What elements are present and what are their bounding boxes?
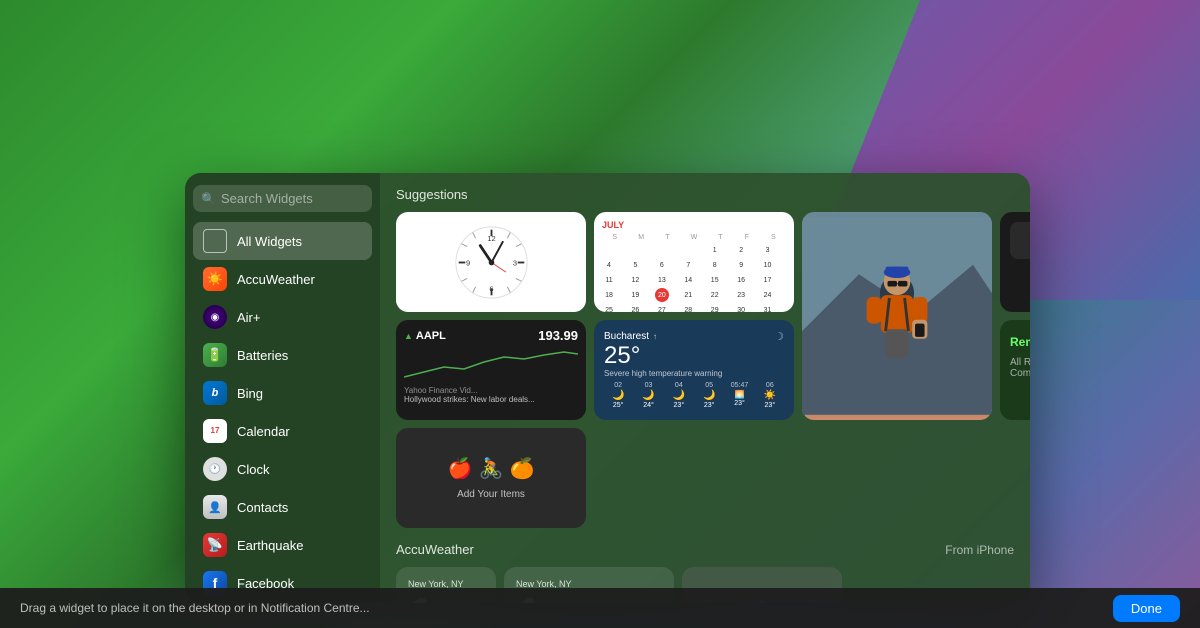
person-illustration <box>802 212 992 420</box>
done-button[interactable]: Done <box>1113 595 1180 622</box>
sidebar-label-all-widgets: All Widgets <box>237 234 302 249</box>
calendar-month: JULY <box>602 220 624 230</box>
sidebar-label-calendar: Calendar <box>237 424 290 439</box>
accuweather-icon: ☀️ <box>203 267 227 291</box>
sidebar-label-earthquake: Earthquake <box>237 538 304 553</box>
suggestions-title: Suggestions <box>396 187 468 202</box>
photo-widget[interactable] <box>802 212 992 420</box>
stock-header: ▲ AAPL 193.99 <box>404 328 578 343</box>
reminders-subtitle: All Reminders <box>1010 357 1030 368</box>
accuweather-section-header: AccuWeather From iPhone <box>396 542 1014 557</box>
watch-bluetooth-ring: ⌖ <box>1010 222 1030 259</box>
calendar-days-header: S M T W T F S <box>602 234 786 241</box>
search-container[interactable]: 🔍 <box>193 185 372 212</box>
stock-ticker-label: AAPL <box>416 330 446 342</box>
sidebar-item-all-widgets[interactable]: All Widgets <box>193 222 372 260</box>
bottom-hint: Drag a widget to place it on the desktop… <box>20 601 370 615</box>
sidebar-item-earthquake[interactable]: 📡 Earthquake <box>193 526 372 564</box>
watch-item-3 <box>1010 265 1030 302</box>
main-content: Suggestions <box>380 173 1030 603</box>
forecast-4: 05:47 🌅 23° <box>725 382 753 409</box>
earthquake-icon: 📡 <box>203 533 227 557</box>
calendar-grid: 1 2 3 4 5 6 7 8 9 10 11 12 13 14 15 16 1 <box>602 243 786 312</box>
calendar-today: 20 <box>655 288 669 302</box>
accuweather-section-title: AccuWeather <box>396 542 474 557</box>
suggestions-section-header: Suggestions <box>396 187 1014 202</box>
clock-icon: 🕐 <box>203 457 227 481</box>
photo-placeholder <box>802 212 992 420</box>
forecast-1: 03 🌙 24° <box>634 382 662 409</box>
weather-forecast: 02 🌙 25° 03 🌙 24° 04 🌙 23° <box>604 382 784 409</box>
stock-news-source: Yahoo Finance Vid... <box>404 386 578 395</box>
forecast-5: 06 ☀️ 23° <box>756 382 784 409</box>
reminders-header: Reminders 0 <box>1010 330 1030 353</box>
svg-text:3: 3 <box>512 258 516 267</box>
calendar-icon: 17 <box>203 419 227 443</box>
fruit-icons: 🍎 🚴 🍊 <box>448 456 535 481</box>
sidebar-item-airplus[interactable]: ◉ Air+ <box>193 298 372 336</box>
stock-news: Hollywood strikes: New labor deals... <box>404 395 578 405</box>
fruit-label: Add Your Items <box>457 489 525 500</box>
sidebar: 🔍 All Widgets ☀️ AccuWeather ◉ Air+ 🔋 Ba… <box>185 173 380 603</box>
sidebar-label-airplus: Air+ <box>237 310 260 325</box>
widget-picker-modal: 🔍 All Widgets ☀️ AccuWeather ◉ Air+ 🔋 Ba… <box>185 173 1030 603</box>
bottom-bar: Drag a widget to place it on the desktop… <box>0 588 1200 628</box>
reminders-widget[interactable]: Reminders 0 All Reminders Completed <box>1000 320 1030 420</box>
all-widgets-icon <box>203 229 227 253</box>
contacts-icon: 👤 <box>203 495 227 519</box>
watch-widget[interactable]: ⌖ ⊛ <box>1000 212 1030 312</box>
sidebar-item-accuweather[interactable]: ☀️ AccuWeather <box>193 260 372 298</box>
stock-widget[interactable]: ▲ AAPL 193.99 Yahoo Finance Vid... Holly… <box>396 320 586 420</box>
stock-ticker-arrow: ▲ <box>404 331 413 341</box>
accuweather-source: From iPhone <box>945 543 1014 557</box>
sidebar-item-clock[interactable]: 🕐 Clock <box>193 450 372 488</box>
sidebar-label-clock: Clock <box>237 462 270 477</box>
airplus-icon: ◉ <box>203 305 227 329</box>
stock-price: 193.99 <box>538 328 578 343</box>
clock-widget[interactable]: 12 3 6 9 <box>396 212 586 312</box>
batteries-icon: 🔋 <box>203 343 227 367</box>
forecast-3: 05 🌙 23° <box>695 382 723 409</box>
forecast-0: 02 🌙 25° <box>604 382 632 409</box>
reminders-subtitle2: Completed <box>1010 368 1030 379</box>
forecast-2: 04 🌙 23° <box>665 382 693 409</box>
sidebar-label-bing: Bing <box>237 386 263 401</box>
calendar-widget[interactable]: JULY S M T W T F S 1 2 <box>594 212 794 312</box>
sidebar-item-bing[interactable]: b Bing <box>193 374 372 412</box>
sidebar-item-batteries[interactable]: 🔋 Batteries <box>193 336 372 374</box>
svg-text:9: 9 <box>465 258 469 267</box>
stock-chart <box>404 347 578 382</box>
sidebar-item-calendar[interactable]: 17 Calendar <box>193 412 372 450</box>
sidebar-label-contacts: Contacts <box>237 500 288 515</box>
sidebar-label-accuweather: AccuWeather <box>237 272 315 287</box>
svg-text:6: 6 <box>489 284 493 293</box>
weather-temp: 25° <box>604 343 784 369</box>
search-icon: 🔍 <box>201 192 216 206</box>
svg-text:12: 12 <box>487 233 495 242</box>
search-input[interactable] <box>193 185 372 212</box>
stock-ticker: ▲ AAPL <box>404 330 446 342</box>
clock-face: 12 3 6 9 <box>454 225 529 300</box>
suggestions-grid: 12 3 6 9 JULY S <box>396 212 1014 528</box>
fruit-widget[interactable]: 🍎 🚴 🍊 Add Your Items <box>396 428 586 528</box>
sidebar-item-contacts[interactable]: 👤 Contacts <box>193 488 372 526</box>
weather-warning: Severe high temperature warning <box>604 369 784 378</box>
reminders-title: Reminders <box>1010 335 1030 349</box>
weather-widget[interactable]: Bucharest ↑ ☽ 25° Severe high temperatur… <box>594 320 794 420</box>
bing-icon: b <box>203 381 227 405</box>
sidebar-label-batteries: Batteries <box>237 348 288 363</box>
